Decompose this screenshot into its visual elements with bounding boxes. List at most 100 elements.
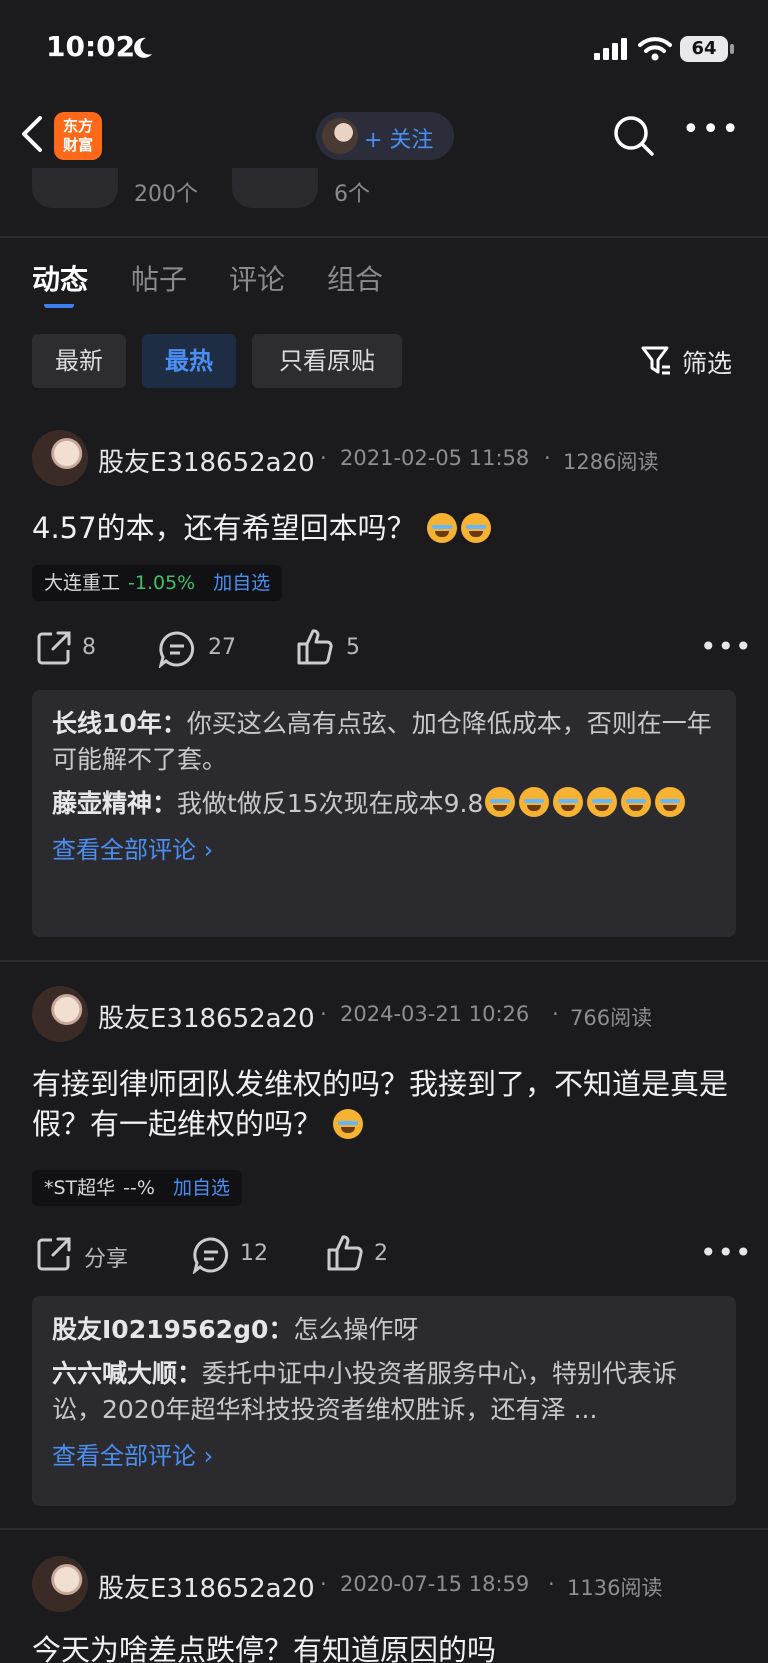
logo-line-1: 东方 (62, 117, 93, 135)
chip-latest[interactable]: 最新 (32, 334, 126, 388)
more-menu-icon[interactable]: ••• (682, 115, 741, 145)
divider (0, 236, 768, 238)
follow-user-button[interactable]: + 关注 (316, 112, 454, 160)
crying-emoji-icon (621, 787, 652, 817)
moon-icon (134, 37, 152, 58)
chip-original-only[interactable]: 只看原贴 (252, 334, 402, 388)
crying-emoji-icon (460, 513, 491, 543)
stat-pill[interactable] (232, 168, 318, 208)
comment-preview[interactable]: 长线10年：你买这么高有点弦、加仓降低成本，否则在一年可能解不了套。 藤壶精神：… (32, 690, 736, 937)
post-text[interactable]: 4.57的本，还有希望回本吗？ (32, 508, 742, 548)
avatar[interactable] (32, 430, 88, 486)
meta-dot: · (548, 1572, 555, 1596)
stock-tag[interactable]: 大连重工 -1.05% 加自选 (32, 565, 283, 601)
wifi-icon (638, 37, 672, 61)
status-time: 10:02 (46, 30, 136, 63)
crying-emoji-icon (426, 513, 457, 543)
comment-text: 怎么操作呀 (293, 1315, 419, 1344)
filter-button[interactable]: 筛选 (682, 344, 732, 380)
crying-emoji-icon (485, 787, 516, 817)
follow-label: + 关注 (364, 128, 434, 153)
share-icon[interactable] (36, 1236, 72, 1272)
post-reads: 766阅读 (570, 1006, 653, 1030)
post-username[interactable]: 股友E318652a20 (98, 1568, 315, 1605)
like-count: 5 (346, 635, 360, 660)
crying-emoji-icon (333, 1109, 364, 1139)
post-reads: 1136阅读 (567, 1576, 663, 1600)
tab-comments[interactable]: 评论 (229, 258, 285, 298)
comment-user[interactable]: 长线10年： (52, 709, 187, 738)
share-label: 分享 (84, 1247, 129, 1272)
post-text[interactable]: 有接到律师团队发维权的吗？我接到了，不知道是真是假？有一起维权的吗？ (32, 1064, 742, 1144)
post-date: 2024-03-21 10:26 (340, 1002, 530, 1026)
add-watchlist-button[interactable]: 加自选 (173, 1177, 230, 1199)
comment-icon[interactable] (158, 630, 196, 668)
crying-emoji-icon (655, 787, 686, 817)
post-text[interactable]: 今天为啥差点跌停？有知道原因的吗 (32, 1630, 742, 1663)
meta-dot: · (320, 1002, 327, 1026)
like-icon[interactable] (326, 1234, 364, 1272)
stat-pill[interactable] (32, 168, 118, 208)
share-icon[interactable] (36, 630, 72, 666)
app-logo[interactable]: 东方 财富 (54, 112, 102, 160)
status-bar: 10:02 64 (0, 0, 768, 100)
comment-count: 27 (208, 635, 236, 660)
stock-change: -1.05% (128, 572, 196, 594)
post-username[interactable]: 股友E318652a20 (98, 442, 315, 479)
meta-dot: · (320, 1572, 327, 1596)
like-icon[interactable] (296, 628, 334, 666)
stock-name: 大连重工 (44, 572, 121, 594)
stat-count: 6个 (334, 182, 370, 207)
crying-emoji-icon (587, 787, 618, 817)
post-date: 2021-02-05 11:58 (340, 446, 530, 470)
filter-icon[interactable] (640, 344, 672, 378)
search-icon[interactable] (612, 114, 656, 158)
post-divider (0, 960, 768, 962)
comment-item: 藤壶精神：我做t做反15次现在成本9.8 (52, 786, 716, 822)
comment-item: 长线10年：你买这么高有点弦、加仓降低成本，否则在一年可能解不了套。 (52, 706, 716, 778)
tab-portfolio[interactable]: 组合 (327, 258, 383, 298)
add-watchlist-button[interactable]: 加自选 (213, 572, 270, 594)
back-icon[interactable] (18, 114, 46, 154)
comment-user[interactable]: 六六喊大顺： (52, 1359, 202, 1388)
comment-user[interactable]: 藤壶精神： (52, 789, 177, 818)
like-count: 2 (374, 1241, 388, 1266)
crying-emoji-icon (553, 787, 584, 817)
post-reads: 1286阅读 (563, 450, 659, 474)
post-text-content: 今天为啥差点跌停？有知道原因的吗 (32, 1633, 497, 1663)
share-count: 8 (82, 635, 96, 660)
stock-change: --% (123, 1177, 155, 1199)
meta-dot: · (552, 1002, 559, 1026)
tab-dynamics[interactable]: 动态 (32, 258, 88, 298)
stats-strip: 200个 6个 (0, 168, 768, 238)
avatar[interactable] (32, 1556, 88, 1612)
post-text-content: 有接到律师团队发维权的吗？我接到了，不知道是真是假？有一起维权的吗？ (32, 1067, 729, 1141)
tab-posts[interactable]: 帖子 (131, 258, 187, 298)
post-date: 2020-07-15 18:59 (340, 1572, 530, 1596)
battery-indicator: 64 (680, 36, 728, 62)
signal-icon (594, 38, 627, 60)
comment-text: 我做t做反15次现在成本9.8 (177, 789, 484, 818)
avatar (322, 118, 358, 154)
avatar[interactable] (32, 986, 88, 1042)
post-text-content: 4.57的本，还有希望回本吗？ (32, 511, 416, 545)
post-username[interactable]: 股友E318652a20 (98, 998, 315, 1035)
comment-count: 12 (240, 1241, 268, 1266)
comment-item: 六六喊大顺：委托中证中小投资者服务中心，特别代表诉讼，2020年超华科技投资者维… (52, 1356, 716, 1428)
comment-preview[interactable]: 股友I0219562g0：怎么操作呀 六六喊大顺：委托中证中小投资者服务中心，特… (32, 1296, 736, 1506)
meta-dot: · (320, 446, 327, 470)
comment-user[interactable]: 股友I0219562g0： (52, 1315, 293, 1344)
post-more-icon[interactable]: ••• (700, 1236, 753, 1269)
chip-hottest[interactable]: 最热 (142, 334, 236, 388)
stock-tag[interactable]: *ST超华 --% 加自选 (32, 1170, 242, 1206)
stat-count: 200个 (134, 182, 198, 207)
post-divider (0, 1528, 768, 1530)
comment-icon[interactable] (192, 1236, 230, 1274)
meta-dot: · (544, 446, 551, 470)
view-all-comments-link[interactable]: 查看全部评论 › (52, 830, 716, 865)
logo-line-2: 财富 (62, 136, 93, 154)
view-all-comments-link[interactable]: 查看全部评论 › (52, 1436, 716, 1471)
battery-tip (730, 44, 734, 54)
crying-emoji-icon (519, 787, 550, 817)
post-more-icon[interactable]: ••• (700, 630, 753, 663)
